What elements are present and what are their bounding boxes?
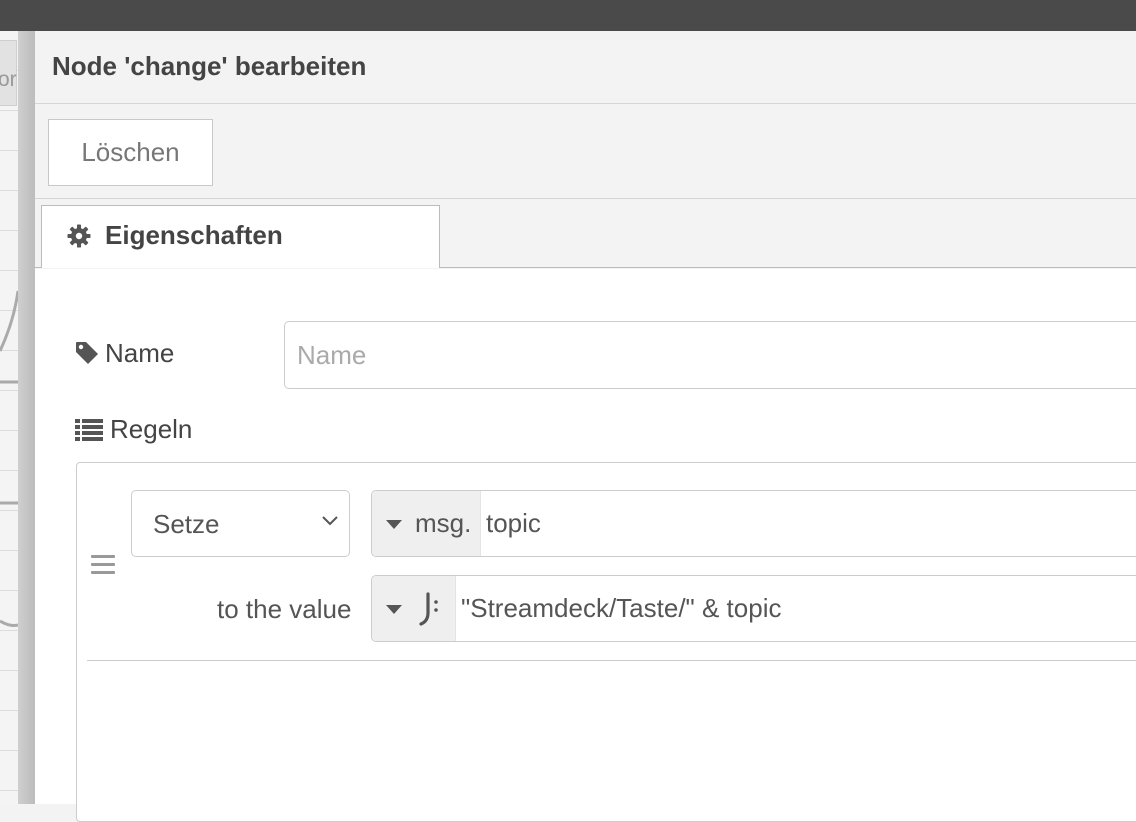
tab-properties[interactable]: Eigenschaften [41, 205, 440, 268]
caret-down-icon [386, 605, 402, 614]
properties-panel: Name Regeln Setze [35, 269, 1136, 822]
value-type-button[interactable] [372, 576, 456, 641]
list-icon [75, 419, 103, 441]
rules-list: Setze msg. to the value [76, 462, 1136, 822]
tag-icon [76, 342, 98, 364]
tray-tabs: Eigenschaften [35, 199, 1136, 269]
value-expression-field[interactable] [455, 576, 1136, 641]
rules-label-text: Regeln [110, 414, 193, 444]
property-type-button[interactable]: msg. [372, 491, 481, 556]
edit-tray: Node 'change' bearbeiten Löschen Eigensc… [34, 31, 1136, 822]
workspace-tab-label: or [0, 68, 17, 91]
tray-header: Node 'change' bearbeiten [35, 31, 1136, 104]
workspace-tab[interactable]: or [0, 40, 17, 106]
to-value-label: to the value [217, 594, 352, 624]
rule-action-select[interactable]: Setze [131, 490, 350, 557]
chevron-down-icon [322, 516, 338, 526]
name-input[interactable] [284, 321, 1136, 389]
caret-down-icon [386, 520, 402, 529]
workspace-wire [0, 290, 18, 627]
rule-item: Setze msg. to the value [87, 463, 1136, 661]
delete-button[interactable]: Löschen [48, 119, 213, 186]
drag-handle-icon[interactable] [91, 555, 115, 575]
tray-toolbar: Löschen [35, 104, 1136, 199]
top-bar [0, 0, 1136, 31]
name-label: Name [75, 338, 174, 369]
tab-properties-label: Eigenschaften [105, 220, 283, 250]
tray-shadow [18, 31, 34, 804]
rule-action-value: Setze [153, 509, 220, 539]
workspace-strip: or [0, 31, 34, 804]
rules-label: Regeln [75, 414, 192, 445]
property-type-label: msg. [415, 508, 472, 538]
name-label-text: Name [105, 338, 175, 368]
jsonata-icon [419, 592, 438, 626]
gear-icon [67, 224, 91, 248]
name-row: Name [35, 321, 1136, 389]
tray-title: Node 'change' bearbeiten [52, 51, 367, 81]
rule-value-input[interactable] [371, 575, 1136, 642]
property-value-field[interactable] [480, 491, 1136, 556]
rule-property-input[interactable]: msg. [371, 490, 1136, 557]
